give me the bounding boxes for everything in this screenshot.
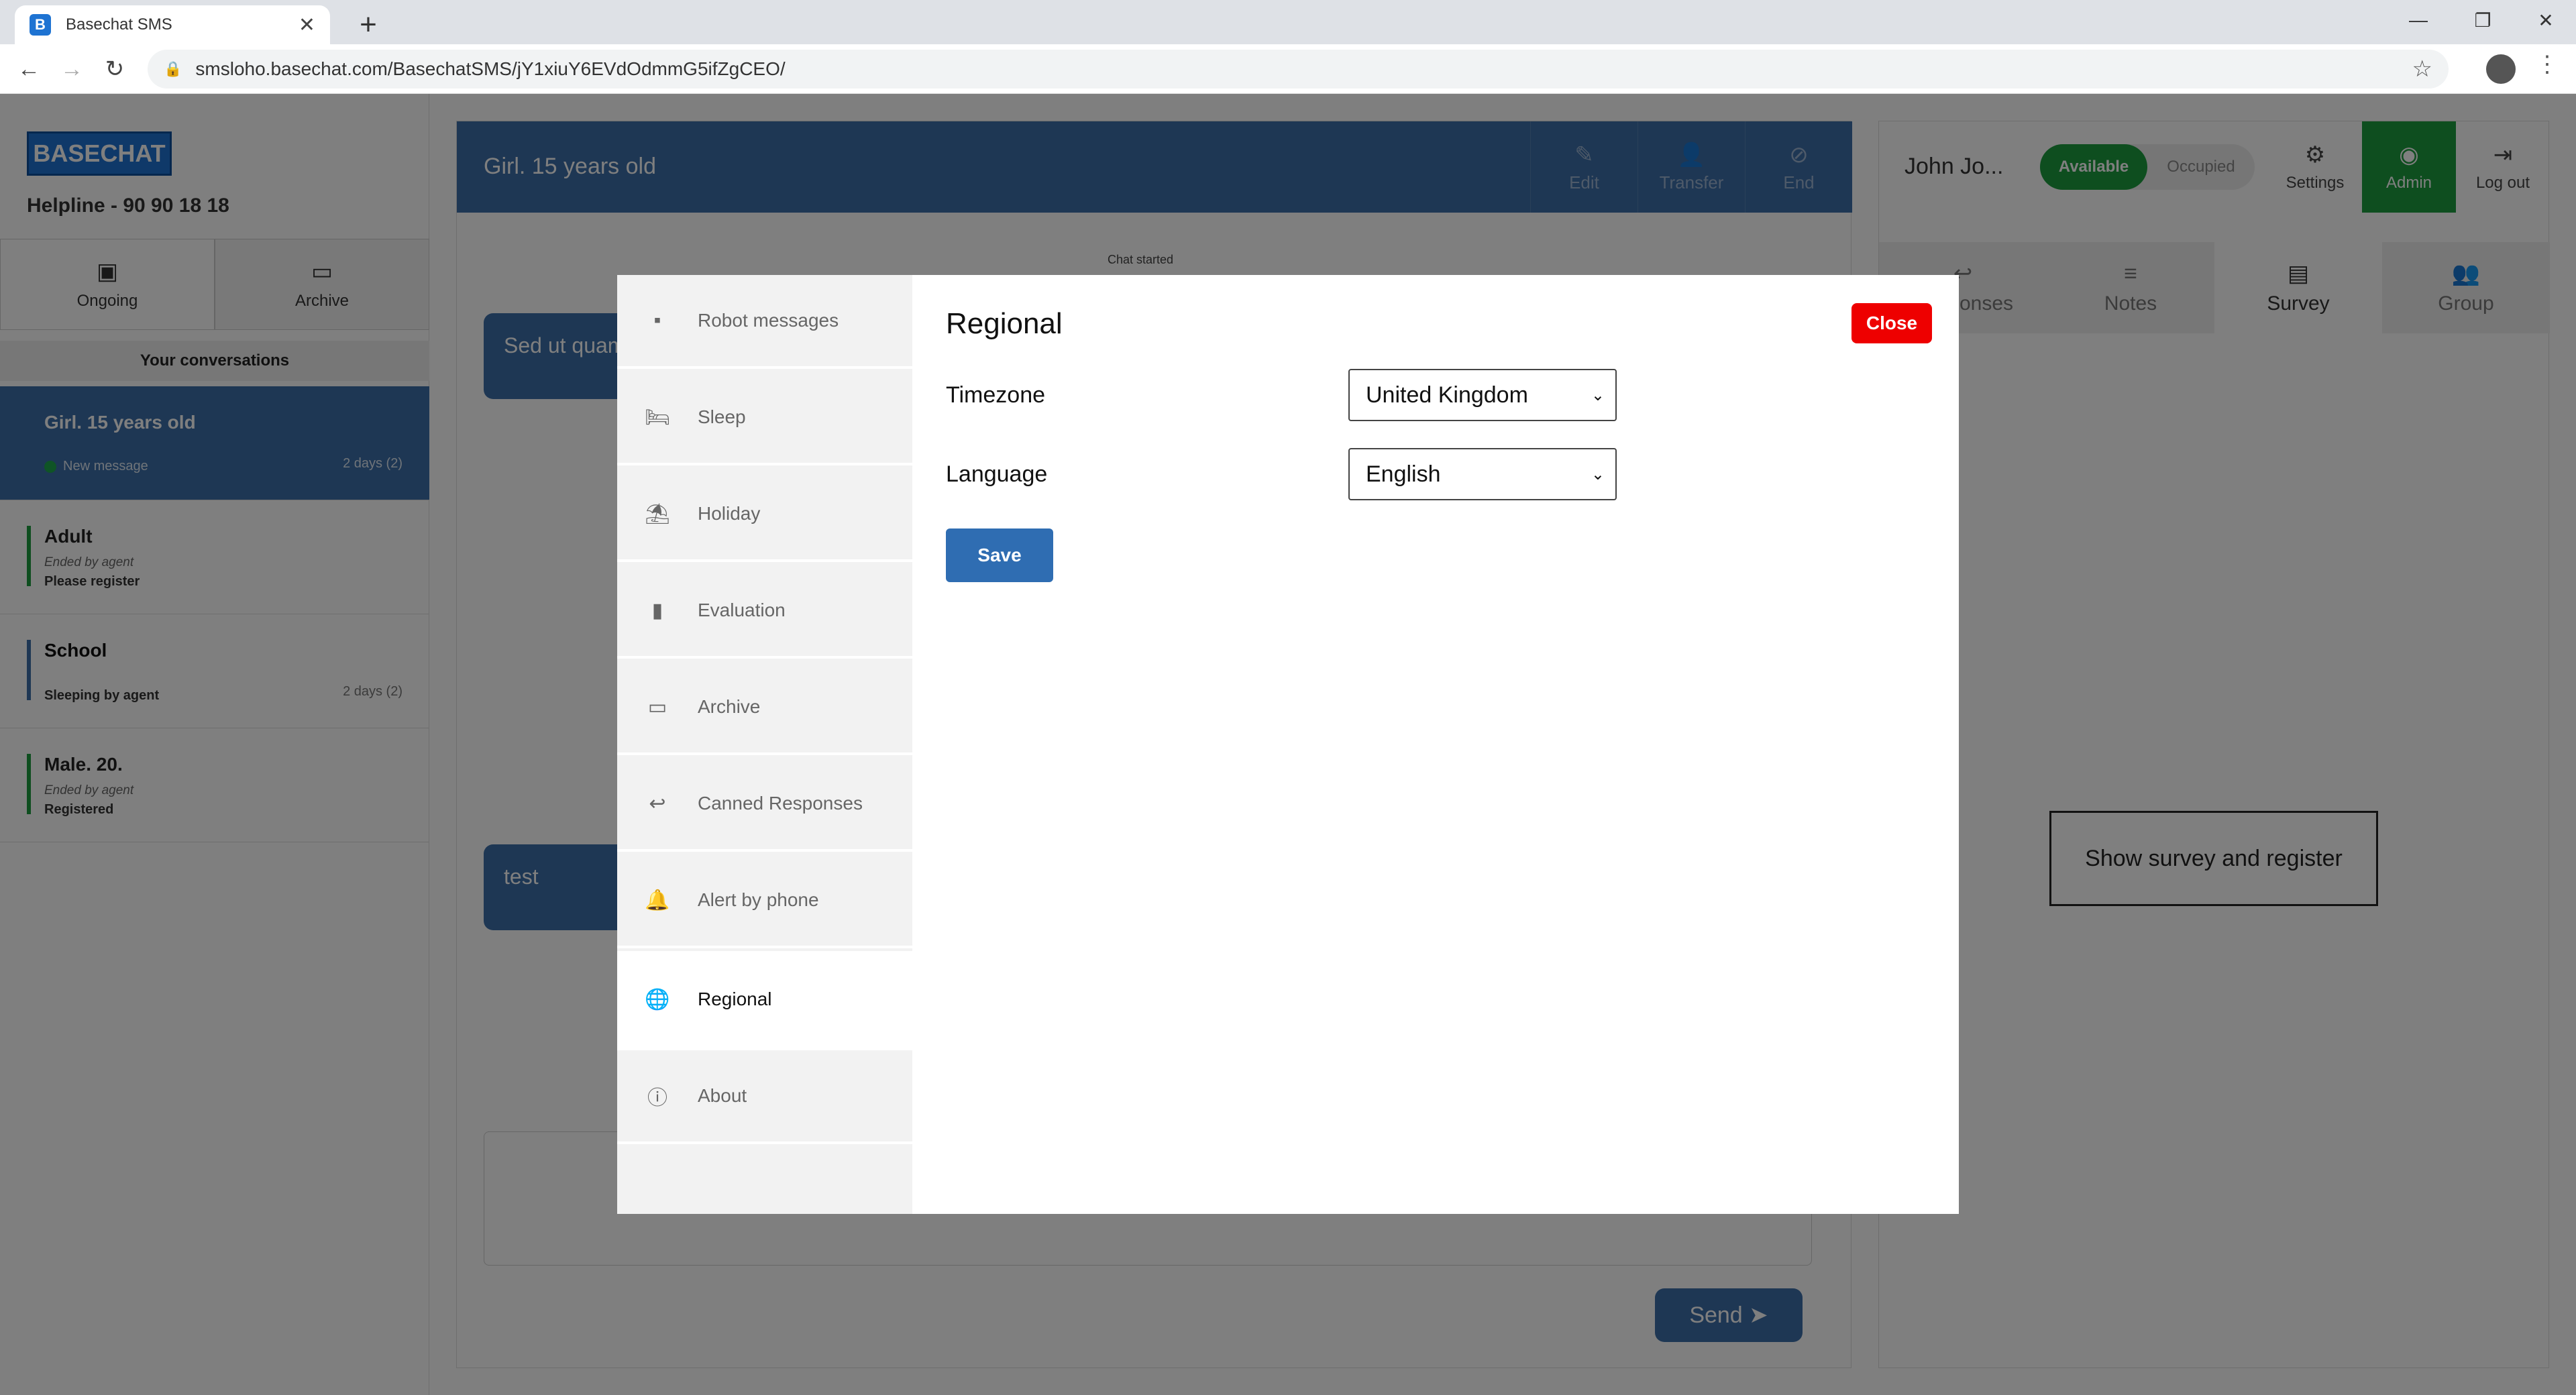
timezone-value: United Kingdom <box>1366 382 1528 408</box>
globe-icon: 🌐 <box>645 988 670 1011</box>
forward-icon[interactable]: → <box>55 52 89 86</box>
menu-label: Alert by phone <box>698 889 819 910</box>
close-tab-icon[interactable]: ✕ <box>299 13 315 37</box>
menu-label: Canned Responses <box>698 793 863 814</box>
chevron-down-icon: ⌄ <box>1591 386 1605 404</box>
settings-modal: ▪ Robot messages 🛏 Sleep ⛱ Holiday ▮ Evaluat… <box>617 275 1959 1214</box>
menu-label: Evaluation <box>698 600 786 620</box>
menu-label: Sleep <box>698 406 746 427</box>
language-select[interactable]: English ⌄ <box>1348 448 1617 500</box>
chat-bubble-icon: ▪ <box>653 309 661 331</box>
menu-label: Robot messages <box>698 310 839 331</box>
browser-tabstrip: B Basechat SMS ✕ + — ❐ ✕ <box>0 0 2576 44</box>
menu-item-alert-by-phone[interactable]: 🔔 Alert by phone <box>617 854 912 948</box>
bell-icon: 🔔 <box>645 889 670 911</box>
bookmark-star-icon[interactable]: ☆ <box>2412 56 2432 82</box>
menu-label: Archive <box>698 696 761 717</box>
bar-chart-icon: ▮ <box>651 599 663 622</box>
back-icon[interactable]: ← <box>12 52 46 86</box>
menu-item-archive[interactable]: ▭ Archive <box>617 661 912 755</box>
bed-icon: 🛏 <box>644 406 671 429</box>
browser-toolbar: ← → ↻ 🔒 smsloho.basechat.com/BasechatSMS… <box>0 44 2576 94</box>
beach-umbrella-icon: ⛱ <box>644 502 671 525</box>
new-tab-button[interactable]: + <box>349 5 388 44</box>
timezone-label: Timezone <box>946 382 1046 408</box>
reply-icon: ↩ <box>649 792 666 815</box>
lock-icon: 🔒 <box>164 60 182 77</box>
menu-item-evaluation[interactable]: ▮ Evaluation <box>617 565 912 659</box>
timezone-select[interactable]: United Kingdom ⌄ <box>1348 369 1617 421</box>
url-text: smsloho.basechat.com/BasechatSMS/jY1xiuY… <box>195 58 786 79</box>
folder-icon: ▭ <box>647 695 667 718</box>
profile-avatar-icon[interactable] <box>2486 54 2516 84</box>
restore-icon[interactable]: ❐ <box>2453 0 2513 40</box>
browser-tab[interactable]: B Basechat SMS ✕ <box>15 5 330 44</box>
menu-label: Holiday <box>698 503 761 524</box>
menu-label: About <box>698 1085 747 1106</box>
menu-item-robot-messages[interactable]: ▪ Robot messages <box>617 275 912 369</box>
reload-icon[interactable]: ↻ <box>98 52 131 86</box>
menu-item-canned-responses[interactable]: ↩ Canned Responses <box>617 758 912 852</box>
close-button[interactable]: Close <box>1851 303 1932 343</box>
modal-title: Regional <box>946 307 1063 340</box>
menu-item-holiday[interactable]: ⛱ Holiday <box>617 468 912 562</box>
minimize-icon[interactable]: — <box>2388 0 2449 40</box>
menu-item-sleep[interactable]: 🛏 Sleep <box>617 372 912 465</box>
menu-label: Regional <box>698 989 772 1009</box>
language-value: English <box>1366 461 1441 487</box>
browser-menu-icon[interactable]: ⋮ <box>2536 51 2559 78</box>
language-label: Language <box>946 461 1048 487</box>
favicon-icon: B <box>30 14 51 36</box>
save-button[interactable]: Save <box>946 528 1053 582</box>
info-icon: ⓘ <box>647 1087 667 1109</box>
menu-item-about[interactable]: ⓘ About <box>617 1050 912 1144</box>
tab-title: Basechat SMS <box>66 15 172 34</box>
close-window-icon[interactable]: ✕ <box>2516 0 2576 40</box>
settings-menu: ▪ Robot messages 🛏 Sleep ⛱ Holiday ▮ Evaluat… <box>617 275 912 1214</box>
address-bar[interactable]: 🔒 smsloho.basechat.com/BasechatSMS/jY1xi… <box>148 50 2449 89</box>
chevron-down-icon: ⌄ <box>1591 465 1605 484</box>
menu-item-regional[interactable]: 🌐 Regional <box>617 951 912 1050</box>
